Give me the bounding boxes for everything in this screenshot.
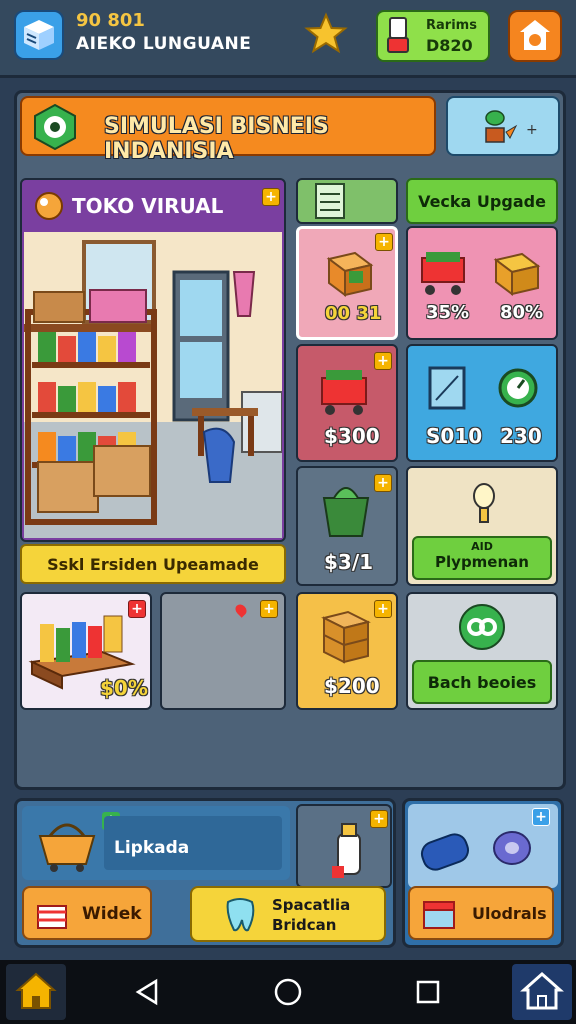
lightbulb-icon <box>473 483 495 523</box>
bulb-caption-small: AID <box>471 540 493 553</box>
settings-button[interactable] <box>508 10 562 62</box>
star-icon[interactable] <box>304 12 348 56</box>
store-interior-scene <box>24 232 283 538</box>
home-circle-icon[interactable] <box>274 978 302 1006</box>
basket-label: Lipkada <box>114 838 190 858</box>
crate-price: 00 31 <box>325 303 382 324</box>
bottle-icon <box>332 823 361 878</box>
bottle-tile[interactable]: + <box>296 804 392 888</box>
produce-bag-tile[interactable]: + $3/1 <box>296 466 398 586</box>
crate-icon <box>326 251 374 297</box>
system-nav-bar <box>0 960 576 1024</box>
location-pin-icon <box>233 602 249 618</box>
cash-register-icon <box>315 183 345 219</box>
timer-value: 230 <box>500 424 542 448</box>
tablet-value: S010 <box>426 424 483 448</box>
svg-text:+: + <box>526 122 538 138</box>
resource-panel[interactable]: Rarims D820 <box>376 10 490 62</box>
produce-bag-icon <box>322 487 370 537</box>
market-stall-tile[interactable]: + $0% <box>20 592 152 710</box>
plant-growth-icon: + <box>485 110 538 143</box>
plant-growth-button[interactable]: + <box>446 96 560 156</box>
ulodrals-button[interactable]: Ulodrals <box>408 886 554 940</box>
resource-value: D820 <box>426 36 473 55</box>
link-button-label: Bach beoies <box>427 673 537 692</box>
box-percent: 80% <box>500 302 544 323</box>
empty-slot-tile[interactable]: + <box>160 592 286 710</box>
store-plus-icon[interactable]: + <box>262 188 280 206</box>
cart-percent: 35% <box>426 302 470 323</box>
chain-link-icon <box>459 604 505 650</box>
cart-and-box-icons <box>421 252 541 296</box>
spacatlia-label-1: Spacatlia <box>272 896 351 914</box>
store-upgrade-button[interactable]: Sskl Ersiden Upeamade <box>20 544 286 584</box>
bag-price: $3/1 <box>324 550 374 574</box>
ulodrals-label: Ulodrals <box>472 904 547 923</box>
player-name: AIEKO LUNGUANE <box>76 34 252 54</box>
spacatlia-button[interactable]: Spacatlia Bridcan <box>190 886 386 942</box>
title-banner[interactable]: SIMULASI BISNEIS INDANISIA <box>20 96 436 164</box>
gift-box-icon <box>37 905 67 929</box>
store-upgrade-label: Sskl Ersiden Upeamade <box>47 555 259 574</box>
bulb-action-button[interactable]: AID Plypmenan <box>412 536 552 580</box>
boxes-price: $200 <box>324 674 380 698</box>
cooler-box-icon <box>423 901 455 929</box>
stacked-boxes-icon <box>321 610 371 664</box>
widek-label: Widek <box>82 904 142 924</box>
upgrade-label: Vecka Upgade <box>418 192 546 211</box>
home-outline-button[interactable] <box>512 964 572 1020</box>
bulb-caption: Plypmenan <box>435 553 529 571</box>
widek-button[interactable]: Widek <box>22 886 152 940</box>
basket-label-bar[interactable]: + Lipkada <box>22 806 290 880</box>
blender-icon <box>384 16 412 56</box>
register-tile[interactable] <box>296 178 398 224</box>
tablet-and-timer-icons <box>428 366 538 410</box>
store-title: TOKO VIRUAL <box>72 194 224 218</box>
coin-count: 90 801 <box>76 10 145 31</box>
roller-and-disc-icons <box>420 831 531 871</box>
fitness-tile[interactable]: + <box>408 804 558 888</box>
stall-percent: $0% <box>100 676 148 700</box>
home-tab-button[interactable] <box>6 964 66 1020</box>
link-button[interactable]: Bach beoies <box>412 660 552 704</box>
crate-item-tile[interactable]: + 00 31 <box>296 226 398 340</box>
empty-plus-icon[interactable]: + <box>260 600 278 618</box>
tablet-timer-tile[interactable]: S010 230 <box>406 344 558 462</box>
home-gear-icon <box>520 20 550 50</box>
banner-title: SIMULASI BISNEIS INDANISIA <box>104 114 329 164</box>
resource-label: Rarims <box>426 18 477 33</box>
house-outline-icon <box>520 971 564 1010</box>
spacatlia-label-2: Bridcan <box>272 916 337 934</box>
top-bar: 90 801 AIEKO LUNGUANE Rarims D820 <box>0 0 576 78</box>
house-icon <box>15 972 57 1009</box>
link-tile[interactable]: Bach beoies <box>406 592 558 710</box>
basket-item-tile[interactable]: + $300 <box>296 344 398 462</box>
upgrade-button[interactable]: Vecka Upgade <box>406 178 558 224</box>
store-logo-icon <box>32 188 66 222</box>
cart-box-tile[interactable]: 35% 80% <box>406 226 558 340</box>
back-icon[interactable] <box>134 978 162 1006</box>
shopping-basket-icon <box>321 370 367 415</box>
basket-icon <box>38 823 96 872</box>
basket-price: $300 <box>324 424 380 448</box>
virtual-store-card[interactable]: TOKO VIRUAL + <box>20 178 286 542</box>
tooth-icon <box>226 898 255 932</box>
boxes-item-tile[interactable]: + $200 <box>296 592 398 710</box>
bulb-tile[interactable]: AID Plypmenan <box>406 466 558 586</box>
app-logo-icon[interactable] <box>14 10 64 60</box>
badge-icon <box>30 102 80 152</box>
recents-icon[interactable] <box>414 978 442 1006</box>
